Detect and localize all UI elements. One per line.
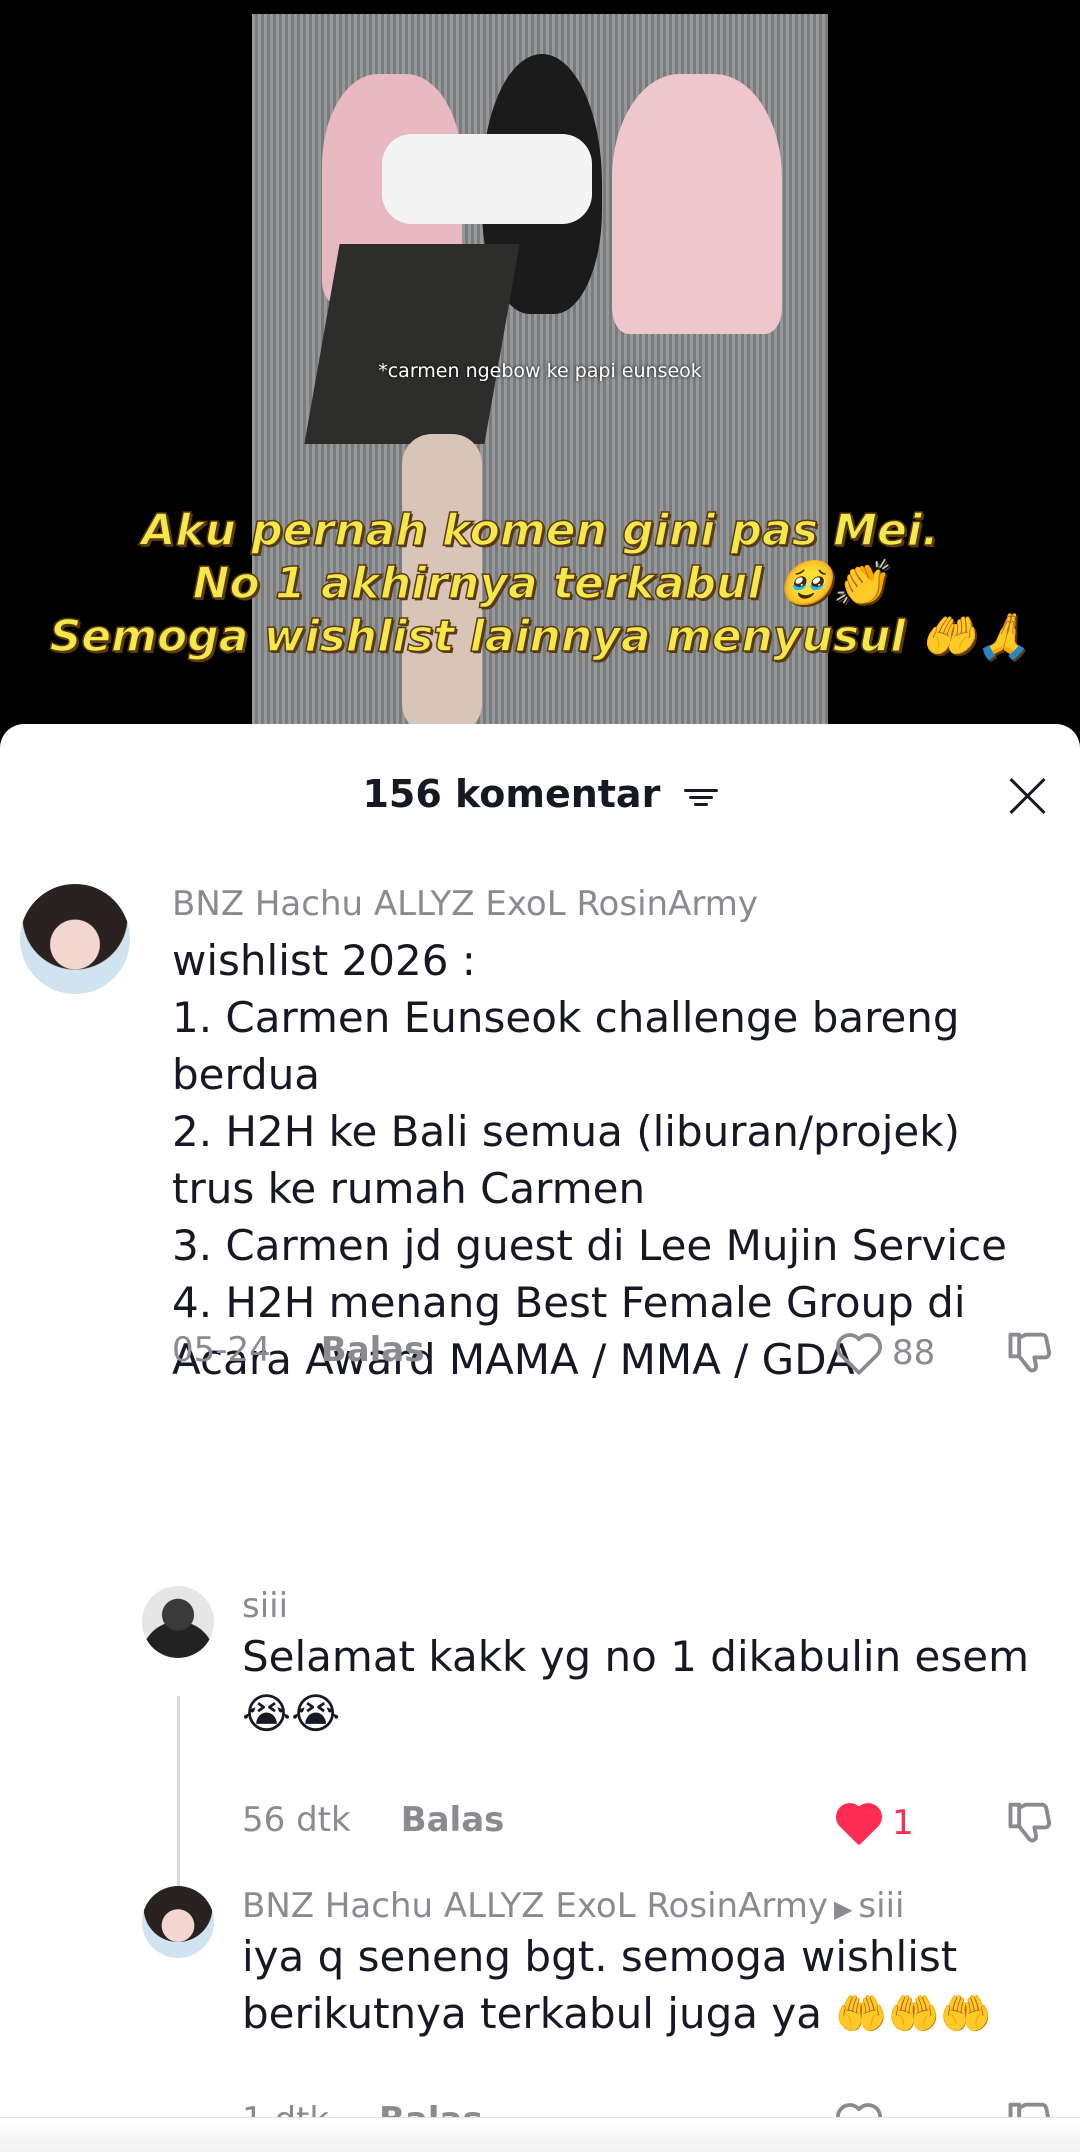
comment-username[interactable]: BNZ Hachu ALLYZ ExoL RosinArmy	[172, 884, 758, 924]
avatar[interactable]	[20, 884, 130, 994]
avatar[interactable]	[142, 1886, 214, 1958]
like-count: 88	[892, 1333, 936, 1373]
comment-meta: 05-24 Balas	[172, 1330, 425, 1370]
comment-time: 56 dtk	[242, 1800, 351, 1840]
caption-line-1: Aku pernah komen gini pas Mei.	[141, 504, 940, 557]
video-caption: Aku pernah komen gini pas Mei. No 1 akhi…	[0, 504, 1080, 663]
comments-count-title: 156 komentar	[362, 772, 661, 816]
heart-filled-icon	[835, 1803, 883, 1845]
close-icon[interactable]	[1002, 770, 1052, 820]
comment-text: Selamat kakk yg no 1 dikabulin esem😭😭	[242, 1632, 1030, 1738]
comment-text: iya q seneng bgt. semoga wishlist beriku…	[242, 1932, 993, 2038]
filter-icon[interactable]	[683, 785, 718, 809]
comment-text: wishlist 2026 : 1. Carmen Eunseok challe…	[172, 936, 1007, 1384]
video-player[interactable]: *carmen ngebow ke papi eunseok Aku perna…	[0, 0, 1080, 740]
reply-arrow-icon: ▶	[833, 1895, 853, 1923]
like-button[interactable]: 1	[834, 1800, 914, 1846]
comment-username-row: BNZ Hachu ALLYZ ExoL RosinArmy ▶ siii	[242, 1886, 904, 1926]
video-subtitle: *carmen ngebow ke papi eunseok	[378, 360, 702, 382]
dislike-icon[interactable]	[1004, 1326, 1056, 1378]
comments-sheet: 156 komentar BNZ Hachu ALLYZ ExoL RosinA…	[0, 724, 1080, 2152]
comment-time: 05-24	[172, 1330, 271, 1370]
like-button[interactable]: 88	[834, 1330, 935, 1376]
like-count: 1	[892, 1803, 914, 1843]
comment-username[interactable]: siii	[242, 1586, 288, 1626]
dislike-icon[interactable]	[1004, 1796, 1056, 1848]
comment-meta: 56 dtk Balas	[242, 1800, 504, 1840]
reply-to-username[interactable]: siii	[858, 1886, 904, 1926]
heart-icon	[835, 1333, 883, 1375]
person-right	[612, 74, 782, 334]
caption-line-2: No 1 akhirnya terkabul 🥹👏	[192, 557, 888, 610]
caption-line-3: Semoga wishlist lainnya menyusul 🤲🙏	[49, 610, 1031, 663]
bottom-bar	[0, 2117, 1080, 2152]
avatar[interactable]	[142, 1586, 214, 1658]
comment-username[interactable]: BNZ Hachu ALLYZ ExoL RosinArmy	[242, 1886, 828, 1926]
comments-header: 156 komentar	[0, 764, 1080, 824]
reply-button[interactable]: Balas	[401, 1800, 505, 1840]
reply-button[interactable]: Balas	[321, 1330, 425, 1370]
